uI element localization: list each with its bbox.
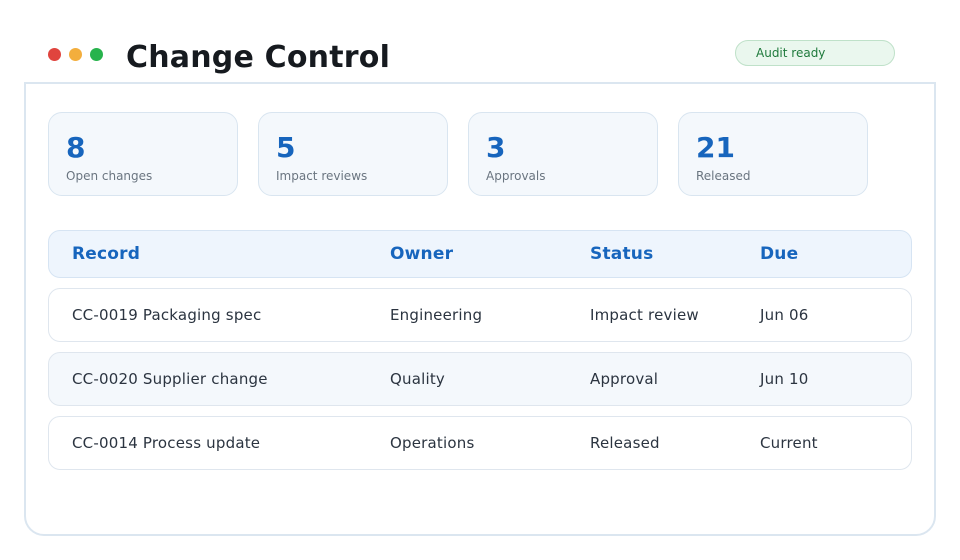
owner-cell: Operations [390,434,475,452]
stat-value: 8 [66,131,86,164]
stat-card-impact-reviews: 5 Impact reviews [258,112,448,196]
stat-card-released: 21 Released [678,112,868,196]
record-cell: CC-0014 Process update [72,434,261,452]
stat-value: 21 [696,131,735,164]
close-window-icon[interactable] [48,48,61,61]
column-header-owner[interactable]: Owner [390,231,453,277]
stat-card-approvals: 3 Approvals [468,112,658,196]
page-title: Change Control [126,40,391,75]
due-cell: Jun 06 [760,306,809,324]
stat-label: Released [696,169,751,183]
record-cell: CC-0020 Supplier change [72,370,268,388]
stat-value: 3 [486,131,506,164]
maximize-window-icon[interactable] [90,48,103,61]
stat-label: Open changes [66,169,153,183]
table-row[interactable]: CC-0014 Process update Operations Releas… [48,416,912,470]
record-cell: CC-0019 Packaging spec [72,306,262,324]
owner-cell: Quality [390,370,445,388]
column-header-due[interactable]: Due [760,231,798,277]
window-controls [48,48,103,61]
table-row[interactable]: CC-0019 Packaging spec Engineering Impac… [48,288,912,342]
column-header-status[interactable]: Status [590,231,653,277]
status-cell: Released [590,434,660,452]
column-header-record[interactable]: Record [72,231,140,277]
table-row[interactable]: CC-0020 Supplier change Quality Approval… [48,352,912,406]
owner-cell: Engineering [390,306,483,324]
status-badge: Audit ready [735,40,895,66]
status-cell: Approval [590,370,659,388]
due-cell: Jun 10 [760,370,809,388]
stat-label: Impact reviews [276,169,368,183]
stat-label: Approvals [486,169,546,183]
minimize-window-icon[interactable] [69,48,82,61]
status-cell: Impact review [590,306,699,324]
due-cell: Current [760,434,818,452]
stat-card-open-changes: 8 Open changes [48,112,238,196]
stat-value: 5 [276,131,296,164]
table-header: Record Owner Status Due [48,230,912,278]
